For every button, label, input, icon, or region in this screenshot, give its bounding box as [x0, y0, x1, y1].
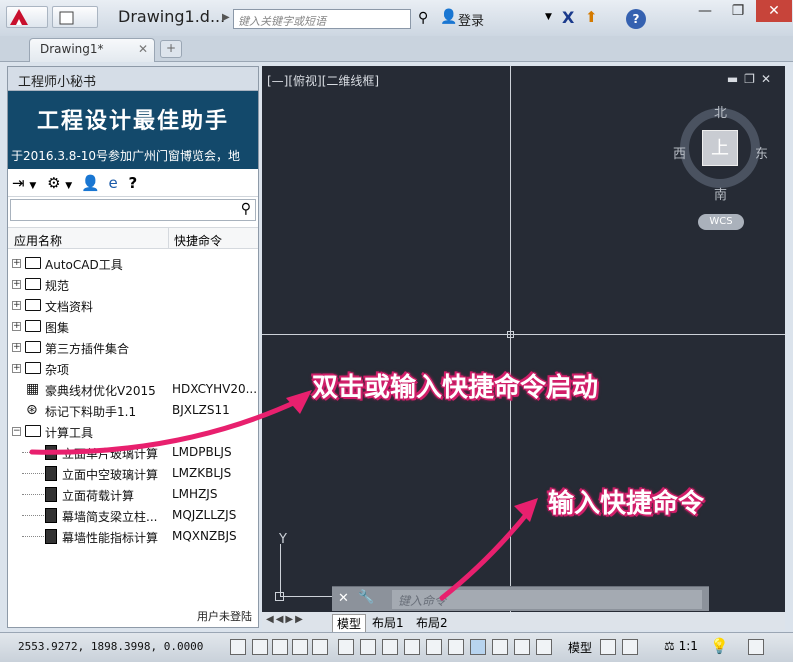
pink-arrow-1	[29, 390, 312, 455]
annotation-overlay	[29, 390, 538, 601]
callout-shortcut: 输入快捷命令	[548, 489, 705, 519]
callout-launch: 双击或输入快捷命令启动	[312, 373, 599, 403]
pink-arrow-2	[439, 498, 538, 601]
